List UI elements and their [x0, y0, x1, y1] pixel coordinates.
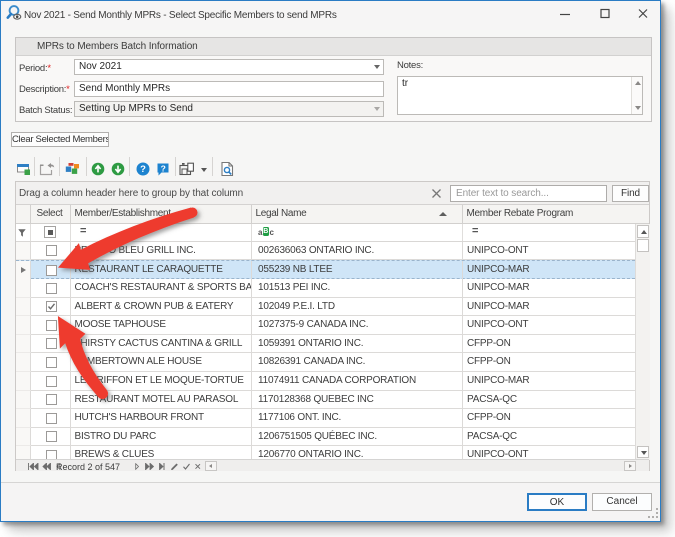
svg-text:?: ? — [161, 163, 166, 173]
svg-text:?: ? — [140, 164, 146, 175]
